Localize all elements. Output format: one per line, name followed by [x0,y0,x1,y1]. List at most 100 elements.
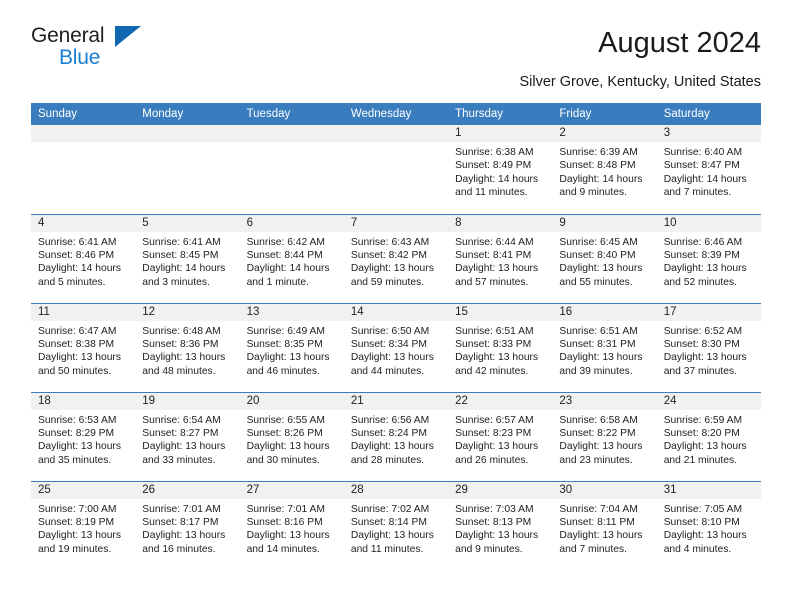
daylight-duration-line1: Daylight: 13 hours [350,530,434,542]
sunrise-time: Sunrise: 6:57 AM [455,414,534,426]
calendar-day-cell[interactable]: 6 Sunrise: 6:42 AM Sunset: 8:44 PM Daylight… [239,213,344,303]
daylight-duration-line1: Daylight: 13 hours [142,352,226,364]
calendar-day-cell[interactable]: 11 Sunrise: 6:47 AM Sunset: 8:38 PM Dayligh… [31,302,136,392]
calendar-day-cell[interactable]: 27 Sunrise: 7:01 AM Sunset: 8:16 PM Dayligh… [239,480,344,571]
calendar-day-cell[interactable]: 20 Sunrise: 6:55 AM Sunset: 8:26 PM Dayligh… [239,391,344,481]
sunset-time: Sunset: 8:39 PM [663,249,740,261]
calendar-day-cell[interactable]: 24 Sunrise: 6:59 AM Sunset: 8:20 PM Dayligh… [656,391,761,481]
day-number: 15 [448,303,553,321]
day-cell-inner: 5 Sunrise: 6:41 AM Sunset: 8:45 PM Daylight… [135,214,240,303]
sunset-time: Sunset: 8:17 PM [142,516,219,528]
sunrise-time: Sunrise: 7:01 AM [142,503,221,515]
sunrise-time: Sunrise: 6:55 AM [246,414,325,426]
daylight-duration-line1: Daylight: 13 hours [455,530,539,542]
day-cell-inner: 27 Sunrise: 7:01 AM Sunset: 8:16 PM Dayligh… [239,481,344,571]
calendar-day-cell[interactable]: 8 Sunrise: 6:44 AM Sunset: 8:41 PM Daylight… [448,213,553,303]
calendar-day-cell[interactable]: 12 Sunrise: 6:48 AM Sunset: 8:36 PM Dayligh… [135,302,240,392]
calendar-week-row: 1 Sunrise: 6:38 AM Sunset: 8:49 PM Daylight… [31,125,761,214]
daylight-duration-line2: and 46 minutes. [246,365,320,377]
calendar-day-cell[interactable]: 3 Sunrise: 6:40 AM Sunset: 8:47 PM Daylight… [656,125,761,214]
day-number: 18 [31,392,136,410]
daylight-duration-line1: Daylight: 13 hours [559,441,643,453]
calendar-page: General Blue August 2024 Silver Grove, K… [0,0,792,612]
calendar-day-cell[interactable]: 14 Sunrise: 6:50 AM Sunset: 8:34 PM Dayligh… [343,302,449,392]
calendar-day-cell[interactable]: 4 Sunrise: 6:41 AM Sunset: 8:46 PM Daylight… [31,213,136,303]
sunrise-time: Sunrise: 6:58 AM [559,414,638,426]
sunrise-time: Sunrise: 6:50 AM [350,325,430,337]
daylight-duration-line2: and 1 minute. [246,276,309,288]
weekday-header-saturday: Saturday [656,103,761,125]
day-sun-info: Sunrise: 6:44 AM Sunset: 8:41 PM Daylight:… [448,232,552,290]
calendar-day-cell[interactable]: 7 Sunrise: 6:43 AM Sunset: 8:42 PM Daylight… [343,213,449,303]
day-sun-info: Sunrise: 7:05 AM Sunset: 8:10 PM Daylight:… [657,499,761,557]
weekday-header-monday: Monday [135,103,240,125]
day-cell-inner: 10 Sunrise: 6:46 AM Sunset: 8:39 PM Dayligh… [656,214,761,303]
day-sun-info: Sunrise: 6:38 AM Sunset: 8:49 PM Daylight:… [448,142,552,200]
calendar-day-cell[interactable]: 9 Sunrise: 6:45 AM Sunset: 8:40 PM Daylight… [552,213,657,303]
calendar-day-cell[interactable]: 16 Sunrise: 6:51 AM Sunset: 8:31 PM Dayligh… [552,302,657,392]
sunset-time: Sunset: 8:30 PM [663,338,740,350]
daylight-duration-line2: and 39 minutes. [559,365,633,377]
day-sun-info: Sunrise: 6:41 AM Sunset: 8:45 PM Daylight:… [135,232,239,290]
daylight-duration-line2: and 21 minutes. [663,454,737,466]
calendar-day-cell[interactable]: 13 Sunrise: 6:49 AM Sunset: 8:35 PM Dayligh… [239,302,344,392]
daylight-duration-line2: and 3 minutes. [142,276,210,288]
calendar-header-row: Sunday Monday Tuesday Wednesday Thursday… [31,103,761,125]
day-sun-info: Sunrise: 7:01 AM Sunset: 8:16 PM Daylight:… [240,499,344,557]
sunrise-time: Sunrise: 6:41 AM [142,236,221,248]
daylight-duration-line1: Daylight: 13 hours [559,263,643,275]
day-sun-info: Sunrise: 7:02 AM Sunset: 8:14 PM Daylight:… [344,499,448,557]
daylight-duration-line2: and 7 minutes. [663,187,732,199]
daylight-duration-line1: Daylight: 13 hours [38,530,121,542]
calendar-day-cell[interactable]: 22 Sunrise: 6:57 AM Sunset: 8:23 PM Dayligh… [448,391,553,481]
day-number: 31 [656,481,761,499]
calendar-day-cell[interactable]: 31 Sunrise: 7:05 AM Sunset: 8:10 PM Dayligh… [656,480,761,571]
day-cell-inner: 8 Sunrise: 6:44 AM Sunset: 8:41 PM Daylight… [448,214,553,303]
calendar-day-cell[interactable]: 30 Sunrise: 7:04 AM Sunset: 8:11 PM Dayligh… [552,480,657,570]
calendar-day-cell[interactable]: 2 Sunrise: 6:39 AM Sunset: 8:48 PM Daylight… [552,125,657,214]
sunset-time: Sunset: 8:16 PM [246,516,323,528]
calendar-day-cell[interactable]: 5 Sunrise: 6:41 AM Sunset: 8:45 PM Daylight… [135,213,240,303]
day-number: 16 [552,303,657,321]
logo-text-blue: Blue [59,46,101,69]
calendar-day-cell[interactable]: 15 Sunrise: 6:51 AM Sunset: 8:33 PM Dayligh… [448,302,553,392]
daylight-duration-line1: Daylight: 14 hours [246,263,330,275]
calendar-day-cell[interactable]: 17 Sunrise: 6:52 AM Sunset: 8:30 PM Dayligh… [656,302,761,392]
day-sun-info: Sunrise: 7:04 AM Sunset: 8:11 PM Daylight:… [552,499,656,557]
daylight-duration-line1: Daylight: 13 hours [559,530,643,542]
daylight-duration-line2: and 4 minutes. [663,543,732,555]
calendar-day-cell[interactable]: 28 Sunrise: 7:02 AM Sunset: 8:14 PM Dayligh… [343,480,449,570]
day-number [135,125,240,142]
generalblue-logo[interactable]: General Blue [31,24,146,76]
calendar-day-cell[interactable]: 21 Sunrise: 6:56 AM Sunset: 8:24 PM Dayligh… [343,391,449,481]
sunset-time: Sunset: 8:11 PM [559,516,635,528]
sunrise-time: Sunrise: 6:45 AM [559,236,638,248]
day-cell-inner: 31 Sunrise: 7:05 AM Sunset: 8:10 PM Dayligh… [656,481,761,571]
sunrise-time: Sunrise: 6:53 AM [38,414,117,426]
page-header: General Blue August 2024 Silver Grove, K… [0,0,792,92]
daylight-duration-line1: Daylight: 13 hours [350,352,434,364]
day-sun-info: Sunrise: 6:54 AM Sunset: 8:27 PM Daylight:… [135,410,239,468]
daylight-duration-line2: and 52 minutes. [663,276,737,288]
calendar-day-cell[interactable]: 26 Sunrise: 7:01 AM Sunset: 8:17 PM Dayligh… [135,480,240,571]
daylight-duration-line1: Daylight: 13 hours [350,441,434,453]
calendar-day-cell[interactable]: 19 Sunrise: 6:54 AM Sunset: 8:27 PM Dayligh… [135,391,240,481]
sunrise-time: Sunrise: 6:46 AM [663,236,743,248]
day-cell-inner: 13 Sunrise: 6:49 AM Sunset: 8:35 PM Dayligh… [239,303,344,392]
sunset-time: Sunset: 8:35 PM [246,338,323,350]
calendar-day-cell[interactable]: 10 Sunrise: 6:46 AM Sunset: 8:39 PM Dayligh… [656,213,761,303]
sunset-time: Sunset: 8:44 PM [246,249,323,261]
sunrise-time: Sunrise: 6:43 AM [350,236,430,248]
daylight-duration-line2: and 9 minutes. [559,187,627,199]
calendar-day-cell[interactable]: 29 Sunrise: 7:03 AM Sunset: 8:13 PM Dayligh… [448,480,553,570]
calendar-day-cell[interactable]: 1 Sunrise: 6:38 AM Sunset: 8:49 PM Daylight… [448,125,553,214]
day-cell-inner: 26 Sunrise: 7:01 AM Sunset: 8:17 PM Dayligh… [135,481,240,571]
calendar-day-cell[interactable]: 25 Sunrise: 7:00 AM Sunset: 8:19 PM Dayligh… [31,480,136,570]
sunset-time: Sunset: 8:34 PM [350,338,427,350]
daylight-duration-line1: Daylight: 13 hours [455,441,539,453]
calendar-day-cell[interactable]: 18 Sunrise: 6:53 AM Sunset: 8:29 PM Dayligh… [31,391,136,481]
daylight-duration-line2: and 50 minutes. [38,365,112,377]
day-cell-inner: 22 Sunrise: 6:57 AM Sunset: 8:23 PM Dayligh… [448,392,553,481]
daylight-duration-line2: and 28 minutes. [350,454,425,466]
calendar-day-cell[interactable]: 23 Sunrise: 6:58 AM Sunset: 8:22 PM Dayligh… [552,391,657,481]
